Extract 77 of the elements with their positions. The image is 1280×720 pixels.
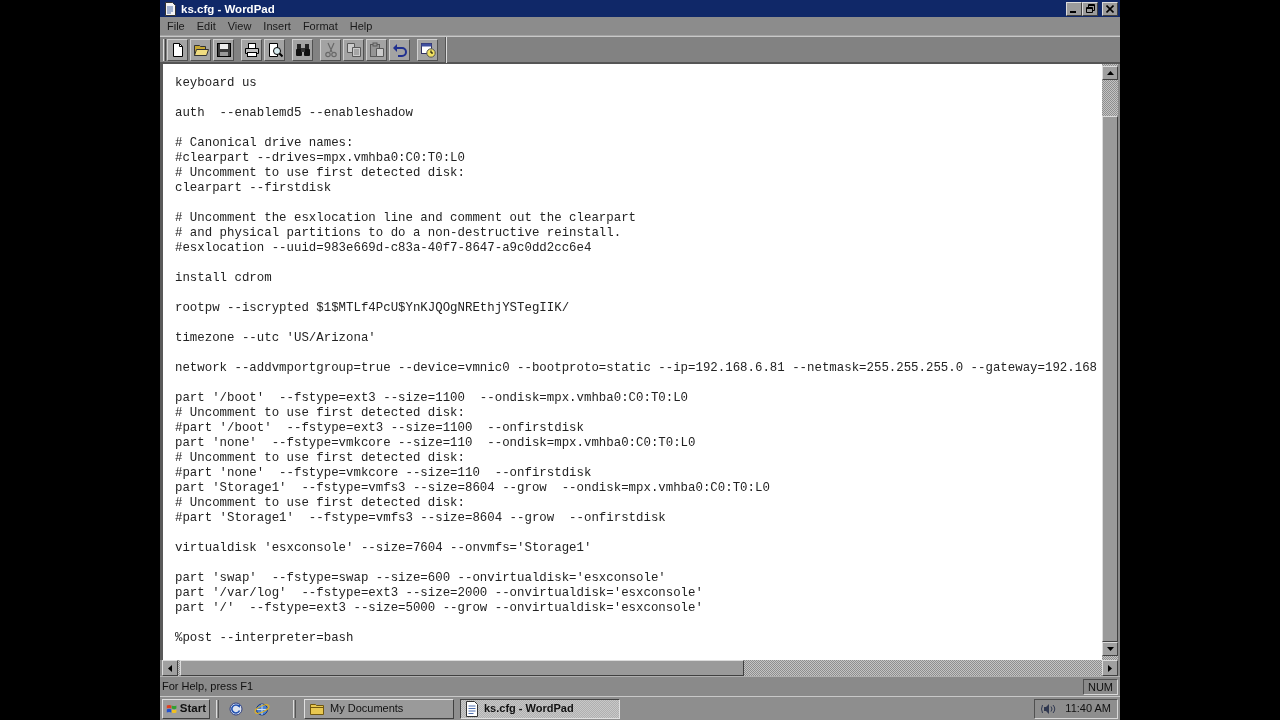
code-line: auth --enablemd5 --enableshadow — [175, 106, 413, 121]
menu-item[interactable]: Insert — [257, 18, 297, 34]
date-time-button[interactable] — [417, 38, 438, 61]
printer-icon — [243, 41, 260, 58]
menu-item[interactable]: View — [221, 18, 258, 34]
restore-button[interactable] — [1082, 1, 1098, 16]
document-icon — [465, 700, 479, 717]
scrollbar-thumb[interactable] — [180, 660, 744, 676]
code-line: part '/var/log' --fstype=ext3 --size=2000 --onvirtualdisk='esxconsole' — [175, 586, 703, 601]
scroll-down-button[interactable] — [1102, 642, 1118, 656]
code-line: part '/boot' --fstype=ext3 --size=1100 --ondisk=mpx.vmhba0:C0:T0:L0 — [175, 391, 689, 406]
code-line: #esxlocation --uuid=983e669d-c83a-40f7-8647-a9c0dd2cc6e4 — [175, 241, 592, 256]
code-line: # Uncomment to use first detected disk: — [175, 406, 465, 421]
clock-text: 11:40 AM — [1065, 701, 1111, 717]
undo-button[interactable] — [389, 38, 410, 61]
code-line: virtualdisk 'esxconsole' --size=7604 --onvmfs='Storage1' — [175, 541, 592, 556]
code-line: clearpart --firstdisk — [175, 181, 332, 196]
start-button[interactable]: Start — [162, 698, 210, 719]
print-preview-button[interactable] — [264, 38, 285, 61]
pages-icon — [345, 41, 362, 58]
code-line: # Uncomment to use first detected disk: — [175, 451, 465, 466]
code-line: network --addvmportgroup=true --device=vmnic0 --bootproto=static --ip=192.168.6.81 --netmask=255.255.255.0 --gateway=192.168 — [175, 361, 1097, 376]
clipboard-icon — [368, 41, 385, 58]
windows-flag-icon — [166, 702, 177, 715]
code-line: timezone --utc 'US/Arizona' — [175, 331, 376, 346]
minimize-icon — [1070, 10, 1076, 13]
triangle-up-icon — [1106, 71, 1114, 75]
restore-icon — [1085, 4, 1095, 13]
code-line: install cdrom — [175, 271, 272, 286]
horizontal-scrollbar[interactable] — [162, 660, 1118, 676]
code-line: #part '/boot' --fstype=ext3 --size=1100 --onfirstdisk — [175, 421, 584, 436]
menu-item[interactable]: Help — [343, 18, 379, 34]
num-lock-indicator: NUM — [1082, 678, 1118, 695]
minimize-button[interactable] — [1066, 1, 1082, 16]
code-line: # Uncomment to use first detected disk: — [175, 496, 465, 511]
window-title: ks.cfg - WordPad — [181, 1, 275, 16]
code-line: #part 'none' --fstype=vmkcore --size=110 --onfirstdisk — [175, 466, 592, 481]
triangle-left-icon — [168, 664, 172, 672]
code-line: rootpw --iscrypted $1$MTLf4PcU$YnKJQOgNREthjYSTegIIK/ — [175, 301, 570, 316]
globe-icon[interactable] — [254, 700, 270, 717]
new-button[interactable] — [167, 38, 188, 61]
close-button[interactable] — [1102, 1, 1118, 16]
open-button[interactable] — [190, 38, 211, 61]
menu-item[interactable]: Edit — [190, 18, 222, 34]
scroll-left-button[interactable] — [162, 660, 178, 676]
scroll-up-button[interactable] — [1102, 66, 1118, 80]
code-line: #part 'Storage1' --fstype=vmfs3 --size=8604 --grow --onfirstdisk — [175, 511, 666, 526]
calendar-clock-icon — [419, 41, 436, 58]
scissors-icon — [322, 41, 339, 58]
save-button[interactable] — [213, 38, 234, 61]
taskbar-button[interactable]: My Documents — [304, 698, 454, 719]
code-line: # and physical partitions to do a non-destructive reinstall. — [175, 226, 622, 241]
close-icon — [1106, 4, 1114, 13]
code-line: # Canonical drive names: — [175, 136, 354, 151]
code-line: #clearpart --drives=mpx.vmhba0:C0:T0:L0 — [175, 151, 465, 166]
print-button[interactable] — [241, 38, 262, 61]
code-line: # Uncomment to use first detected disk: — [175, 166, 465, 181]
binoculars-icon — [294, 41, 311, 58]
menu-item[interactable]: File — [161, 18, 191, 34]
folder-icon — [309, 701, 325, 716]
triangle-down-icon — [1106, 647, 1114, 651]
scroll-right-button[interactable] — [1102, 660, 1118, 676]
code-line: part 'swap' --fstype=swap --size=600 --onvirtualdisk='esxconsole' — [175, 571, 666, 586]
code-line: part 'none' --fstype=vmkcore --size=110 --ondisk=mpx.vmhba0:C0:T0:L0 — [175, 436, 696, 451]
circular-arrow-icon[interactable] — [228, 700, 244, 717]
code-line: part '/' --fstype=ext3 --size=5000 --grow --onvirtualdisk='esxconsole' — [175, 601, 703, 616]
code-line: keyboard us — [175, 76, 257, 91]
code-line: # Uncomment the esxlocation line and comment out the clearpart — [175, 211, 636, 226]
triangle-right-icon — [1108, 664, 1112, 672]
code-line: %post --interpreter=bash — [175, 631, 354, 646]
document-icon — [163, 1, 177, 16]
magnifier-page-icon — [266, 41, 283, 58]
menu-item[interactable]: Format — [296, 18, 344, 34]
status-text: For Help, press F1 — [162, 679, 255, 695]
find-button[interactable] — [292, 38, 313, 61]
code-line: part 'Storage1' --fstype=vmfs3 --size=8604 --grow --ondisk=mpx.vmhba0:C0:T0:L0 — [175, 481, 770, 496]
taskbar-button[interactable]: ks.cfg - WordPad — [460, 698, 620, 719]
